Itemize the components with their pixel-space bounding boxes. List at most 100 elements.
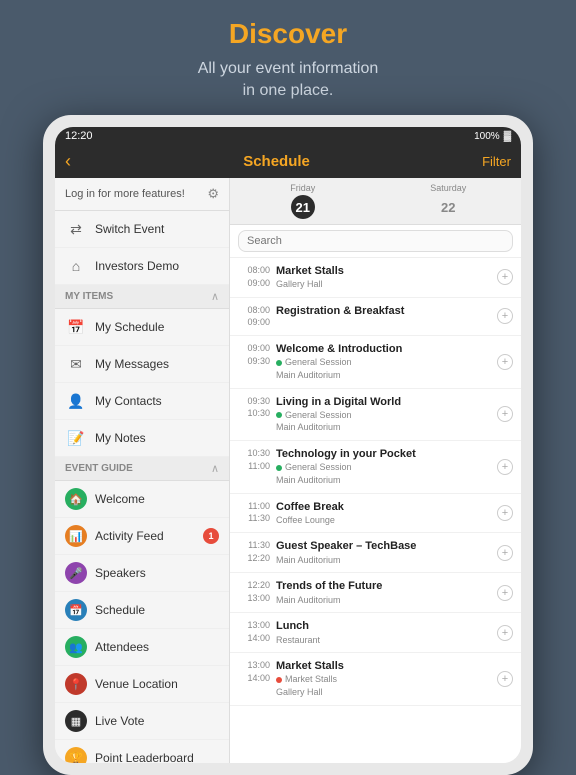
schedule-title: Technology in your Pocket: [276, 447, 491, 461]
top-section: Discover All your event information in o…: [0, 0, 576, 113]
add-button[interactable]: +: [497, 406, 513, 422]
event-guide-label: Event Guide: [65, 463, 133, 474]
table-row: 13:0014:00 Market Stalls Market Stalls G…: [230, 653, 521, 705]
sidebar-label-activity-feed: Activity Feed: [95, 529, 195, 543]
my-items-arrow: ∧: [211, 290, 219, 303]
schedule-title: Guest Speaker – TechBase: [276, 539, 491, 553]
sidebar-label-venue-location: Venue Location: [95, 677, 219, 691]
sidebar-item-speakers[interactable]: 🎤 Speakers: [55, 555, 229, 592]
schedule-list: 08:0009:00 Market Stalls Gallery Hall + …: [230, 258, 521, 763]
schedule-content: Market Stalls Market Stalls Gallery Hall: [276, 659, 491, 698]
schedule-sub: Gallery Hall: [276, 278, 491, 291]
table-row: 09:0009:30 Welcome & Introduction Genera…: [230, 336, 521, 388]
sidebar-item-my-schedule[interactable]: 📅 My Schedule: [55, 309, 229, 346]
status-time: 12:20: [65, 130, 93, 142]
my-schedule-icon: 📅: [65, 316, 87, 338]
sidebar-header: Log in for more features! ⚙: [55, 178, 229, 211]
sidebar-label-point-leaderboard: Point Leaderboard: [95, 751, 219, 763]
date-header: Friday 21 Saturday 22: [230, 178, 521, 225]
schedule-time: 08:0009:00: [238, 264, 270, 289]
date-number-saturday: 22: [436, 195, 460, 219]
table-row: 12:2013:00 Trends of the Future Main Aud…: [230, 573, 521, 613]
add-button[interactable]: +: [497, 545, 513, 561]
sidebar-item-attendees[interactable]: 👥 Attendees: [55, 629, 229, 666]
page-title: Discover: [20, 18, 556, 50]
add-button[interactable]: +: [497, 625, 513, 641]
schedule-time: 08:0009:00: [238, 304, 270, 329]
attendees-icon: 👥: [65, 636, 87, 658]
sidebar-item-venue-location[interactable]: 📍 Venue Location: [55, 666, 229, 703]
schedule-sub-2: Main Auditorium: [276, 421, 491, 434]
schedule-content: Technology in your Pocket General Sessio…: [276, 447, 491, 486]
schedule-time: 10:3011:00: [238, 447, 270, 472]
add-button[interactable]: +: [497, 671, 513, 687]
sidebar-item-investors-demo[interactable]: ⌂ Investors Demo: [55, 248, 229, 285]
event-guide-arrow: ∧: [211, 462, 219, 475]
gear-icon[interactable]: ⚙: [207, 186, 219, 202]
status-bar: 12:20 100% ▓: [55, 127, 521, 145]
sidebar: Log in for more features! ⚙ ⇄ Switch Eve…: [55, 178, 230, 763]
table-row: 10:3011:00 Technology in your Pocket Gen…: [230, 441, 521, 493]
add-button[interactable]: +: [497, 354, 513, 370]
schedule-icon: 📅: [65, 599, 87, 621]
sidebar-label-investors-demo: Investors Demo: [95, 259, 219, 273]
tablet-screen: 12:20 100% ▓ ‹ Schedule Filter Log in fo…: [55, 127, 521, 763]
filter-button[interactable]: Filter: [482, 154, 511, 169]
schedule-title: Welcome & Introduction: [276, 342, 491, 356]
back-button[interactable]: ‹: [65, 151, 71, 172]
venue-icon: 📍: [65, 673, 87, 695]
schedule-title: Registration & Breakfast: [276, 304, 491, 318]
schedule-sub-2: Gallery Hall: [276, 686, 491, 699]
speakers-icon: 🎤: [65, 562, 87, 584]
sidebar-item-live-vote[interactable]: ▦ Live Vote: [55, 703, 229, 740]
sidebar-label-my-schedule: My Schedule: [95, 320, 219, 334]
sidebar-item-point-leaderboard[interactable]: 🏆 Point Leaderboard: [55, 740, 229, 763]
sidebar-label-attendees: Attendees: [95, 640, 219, 654]
schedule-sub: Main Auditorium: [276, 594, 491, 607]
sidebar-item-activity-feed[interactable]: 📊 Activity Feed 1: [55, 518, 229, 555]
sidebar-login-text: Log in for more features!: [65, 188, 185, 200]
table-row: 09:3010:30 Living in a Digital World Gen…: [230, 389, 521, 441]
sidebar-item-my-contacts[interactable]: 👤 My Contacts: [55, 383, 229, 420]
sidebar-item-my-notes[interactable]: 📝 My Notes: [55, 420, 229, 457]
sidebar-item-welcome[interactable]: 🏠 Welcome: [55, 481, 229, 518]
add-button[interactable]: +: [497, 459, 513, 475]
add-button[interactable]: +: [497, 269, 513, 285]
schedule-title: Coffee Break: [276, 500, 491, 514]
schedule-title: Market Stalls: [276, 659, 491, 673]
add-button[interactable]: +: [497, 308, 513, 324]
table-row: 11:0011:30 Coffee Break Coffee Lounge +: [230, 494, 521, 534]
schedule-content: Lunch Restaurant: [276, 619, 491, 646]
add-button[interactable]: +: [497, 505, 513, 521]
schedule-sub: General Session: [276, 409, 491, 422]
search-input[interactable]: [238, 230, 513, 252]
table-row: 08:0009:00 Registration & Breakfast +: [230, 298, 521, 336]
schedule-time: 09:0009:30: [238, 342, 270, 367]
add-button[interactable]: +: [497, 585, 513, 601]
schedule-time: 09:3010:30: [238, 395, 270, 420]
date-saturday[interactable]: Saturday 22: [376, 178, 522, 224]
schedule-title: Lunch: [276, 619, 491, 633]
sidebar-item-schedule[interactable]: 📅 Schedule: [55, 592, 229, 629]
my-notes-icon: 📝: [65, 427, 87, 449]
status-right: 100% ▓: [474, 131, 511, 142]
session-dot: [276, 360, 282, 366]
session-dot: [276, 677, 282, 683]
schedule-sub-2: Main Auditorium: [276, 369, 491, 382]
sidebar-label-schedule: Schedule: [95, 603, 219, 617]
table-row: 13:0014:00 Lunch Restaurant +: [230, 613, 521, 653]
schedule-content: Trends of the Future Main Auditorium: [276, 579, 491, 606]
sidebar-item-switch-event[interactable]: ⇄ Switch Event: [55, 211, 229, 248]
activity-feed-icon: 📊: [65, 525, 87, 547]
schedule-content: Coffee Break Coffee Lounge: [276, 500, 491, 527]
sidebar-label-speakers: Speakers: [95, 566, 219, 580]
activity-feed-badge: 1: [203, 528, 219, 544]
date-friday[interactable]: Friday 21: [230, 178, 376, 224]
investors-demo-icon: ⌂: [65, 255, 87, 277]
schedule-sub: Restaurant: [276, 634, 491, 647]
sidebar-item-my-messages[interactable]: ✉ My Messages: [55, 346, 229, 383]
session-dot: [276, 465, 282, 471]
date-number-friday: 21: [291, 195, 315, 219]
schedule-sub-2: Main Auditorium: [276, 474, 491, 487]
live-vote-icon: ▦: [65, 710, 87, 732]
